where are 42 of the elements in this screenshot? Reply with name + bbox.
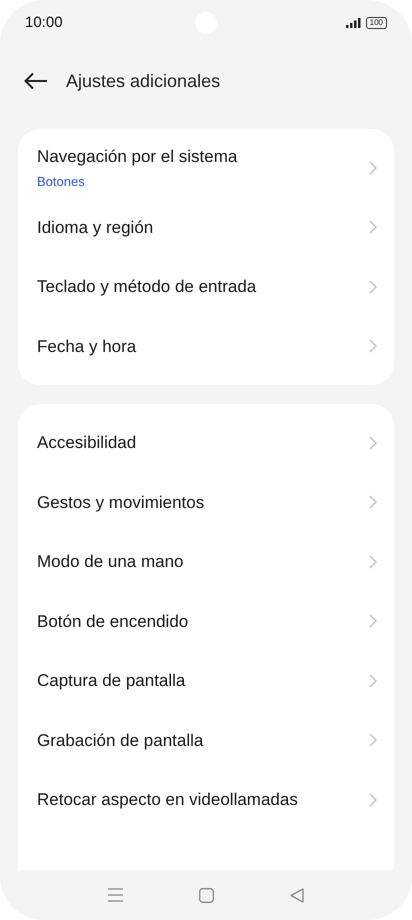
back-arrow-icon[interactable] [24,72,48,90]
battery-indicator: 100 [366,17,387,29]
settings-item[interactable]: Navegación por el sistema Botones [18,138,394,198]
home-icon[interactable] [199,888,214,902]
chevron-right-icon [369,220,377,234]
item-label: Idioma y región [37,216,154,238]
item-label: Teclado y método de entrada [37,276,258,298]
chevron-right-icon [369,554,377,569]
chevron-right-icon [369,436,377,450]
item-label: Gestos y movimientos [37,492,206,514]
item-value: Botones [37,173,86,192]
settings-item[interactable]: Retocar aspecto en videollamadas [18,770,394,830]
clock: 10:00 [25,12,63,33]
chevron-right-icon [369,674,377,688]
chevron-right-icon [369,339,377,354]
back-icon[interactable] [290,888,304,902]
chevron-right-icon [369,614,377,628]
settings-item[interactable]: Gestos y movimientos [18,472,394,532]
settings-item[interactable]: Captura de pantalla [18,651,394,710]
chevron-right-icon [369,792,377,807]
settings-item[interactable]: Fecha y hora [18,316,394,376]
chevron-right-icon [369,160,377,175]
signal-icon [346,18,362,28]
item-label: Navegación por el sistema [37,146,238,168]
item-label: Retocar aspecto en videollamadas [37,789,299,811]
item-label: Accesibilidad [37,432,138,454]
item-label: Captura de pantalla [37,670,186,692]
settings-item[interactable]: Accesibilidad [18,413,394,472]
menu-icon[interactable] [108,888,123,902]
settings-item[interactable]: Modo de una mano [18,532,394,592]
settings-item[interactable]: Teclado y método de entrada [18,257,394,316]
chevron-right-icon [369,495,377,510]
settings-item[interactable]: Grabación de pantalla [18,710,394,770]
page-title: Ajustes adicionales [66,70,220,93]
chevron-right-icon [369,733,377,748]
item-label: Modo de una mano [37,551,184,573]
item-label: Botón de encendido [37,610,190,632]
item-label: Fecha y hora [37,336,138,358]
settings-item[interactable]: Idioma y región [18,198,394,257]
item-label: Grabación de pantalla [37,730,204,752]
settings-item[interactable]: Botón de encendido [18,592,394,651]
chevron-right-icon [369,280,377,294]
